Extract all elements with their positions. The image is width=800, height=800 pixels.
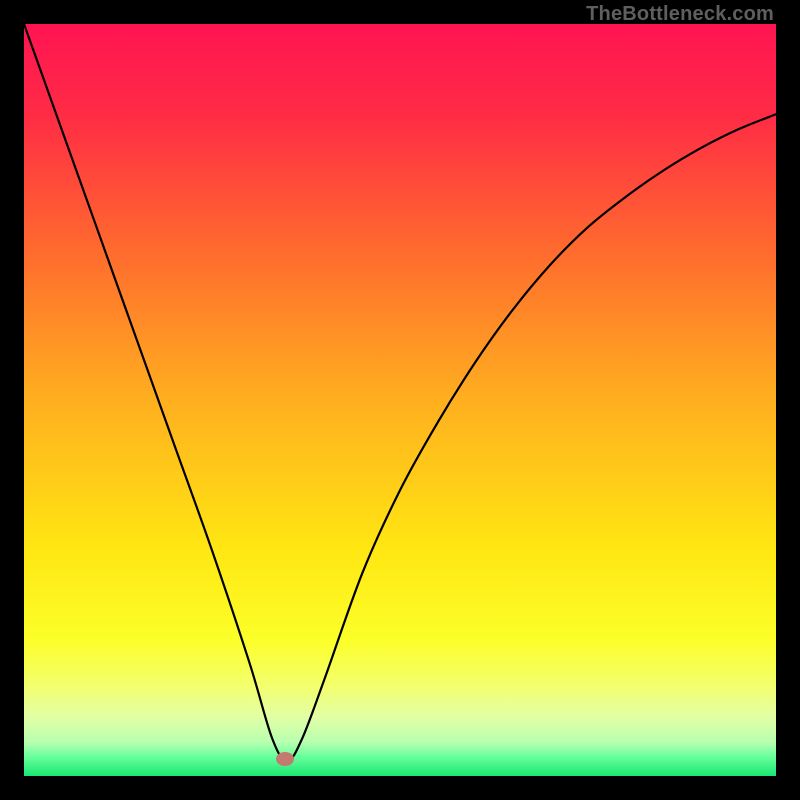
- chart-plot-area: [24, 24, 776, 776]
- watermark-text: TheBottleneck.com: [586, 3, 774, 26]
- optimal-point-marker: [276, 752, 294, 766]
- chart-curve: [24, 24, 776, 776]
